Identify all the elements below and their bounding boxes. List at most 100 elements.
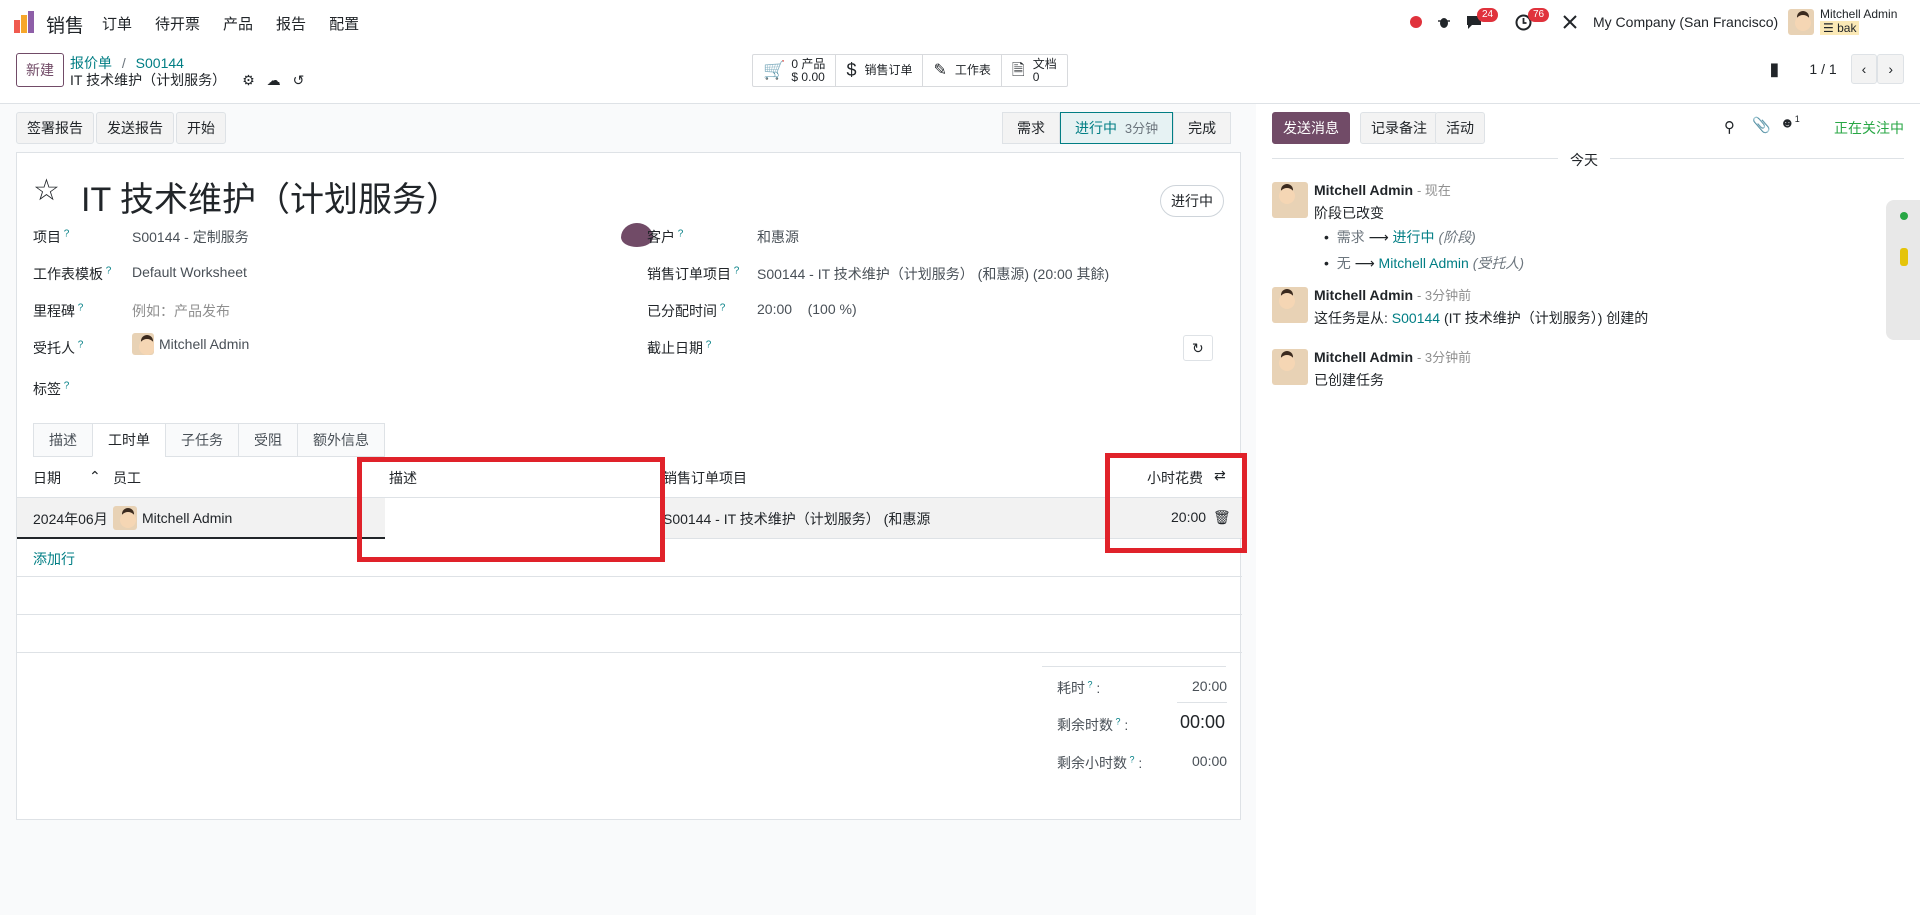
documents-count: 0 bbox=[1032, 69, 1040, 84]
field-value-worksheet-template[interactable]: Default Worksheet bbox=[132, 264, 247, 280]
message-author[interactable]: Mitchell Admin bbox=[1314, 349, 1413, 365]
refresh-icon[interactable]: ↻ bbox=[1183, 335, 1213, 361]
field-value-sales-order-item[interactable]: S00144 - IT 技术维护（计划服务） (和惠源) (20:00 其餘) bbox=[757, 264, 1109, 284]
tools-icon[interactable] bbox=[1562, 10, 1578, 34]
state-pill[interactable]: 进行中 bbox=[1160, 185, 1224, 217]
products-count: 0 产品 bbox=[791, 56, 826, 71]
message-author[interactable]: Mitchell Admin bbox=[1314, 182, 1413, 198]
user-avatar[interactable] bbox=[1788, 9, 1814, 35]
message-body: 这任务是从: S00144 (IT 技术维护（计划服务）) 创建的 bbox=[1314, 310, 1649, 326]
bug-icon[interactable] bbox=[1437, 10, 1451, 34]
following-button[interactable]: 正在关注中 bbox=[1834, 118, 1904, 138]
add-line-link[interactable]: 添加行 bbox=[33, 549, 75, 569]
tab-subtasks[interactable]: 子任务 bbox=[165, 423, 239, 457]
app-name[interactable]: 销售 bbox=[46, 11, 84, 38]
breadcrumb-quotations[interactable]: 报价单 bbox=[70, 55, 112, 71]
menu-orders[interactable]: 订单 bbox=[102, 13, 132, 34]
send-message-button[interactable]: 发送消息 bbox=[1272, 112, 1350, 144]
column-sales-order-item[interactable]: 销售订单项目 bbox=[663, 468, 747, 488]
row-employee[interactable]: Mitchell Admin bbox=[113, 506, 232, 530]
message-body: 阶段已改变 bbox=[1314, 205, 1384, 221]
new-button[interactable]: 新建 bbox=[16, 53, 64, 87]
employee-avatar bbox=[113, 506, 137, 530]
column-employee[interactable]: 员工 bbox=[113, 468, 141, 488]
breadcrumb-order[interactable]: S00144 bbox=[136, 55, 184, 71]
smart-button-products[interactable]: 🛒 0 产品 $ 0.00 bbox=[753, 55, 837, 86]
stage-request[interactable]: 需求 bbox=[1002, 112, 1060, 144]
sort-icon[interactable]: ⌃ bbox=[89, 468, 101, 485]
row-sales-order-item[interactable]: S00144 - IT 技术维护（计划服务） (和惠源 bbox=[663, 509, 939, 529]
dollar-icon: $ bbox=[846, 60, 857, 80]
field-label-sales-order-item: 销售订单项目 ? bbox=[647, 265, 740, 282]
gear-icon[interactable]: ⚙ bbox=[242, 72, 255, 89]
pager-previous-button[interactable]: ‹ bbox=[1850, 54, 1878, 84]
message-author[interactable]: Mitchell Admin bbox=[1314, 287, 1413, 303]
menu-products[interactable]: 产品 bbox=[223, 13, 253, 34]
stage-done[interactable]: 完成 bbox=[1173, 112, 1232, 144]
user-name: Mitchell Admin bbox=[1820, 7, 1898, 21]
user-menu[interactable]: Mitchell Admin ☰ bak bbox=[1820, 7, 1897, 35]
start-button[interactable]: 开始 bbox=[176, 112, 226, 144]
company-switcher[interactable]: My Company (San Francisco) bbox=[1593, 10, 1778, 34]
message-3: Mitchell Admin - 3分钟前 已创建任务 bbox=[1272, 347, 1471, 390]
assignee-name: Mitchell Admin bbox=[159, 336, 250, 352]
smart-button-sales-order[interactable]: $ 销售订单 bbox=[836, 55, 924, 86]
task-title[interactable]: IT 技术维护（计划服务） bbox=[81, 172, 460, 221]
control-panel: 新建 报价单 / S00144 IT 技术维护（计划服务） ⚙ ☁ ↺ 🛒 0 产… bbox=[0, 44, 1920, 104]
pager-next-button[interactable]: › bbox=[1877, 54, 1904, 84]
message-avatar[interactable] bbox=[1272, 349, 1308, 385]
discard-icon[interactable]: ↺ bbox=[293, 72, 305, 89]
worksheet-label: 工作表 bbox=[954, 63, 991, 77]
message-time: - 3分钟前 bbox=[1416, 288, 1472, 303]
menu-to-invoice[interactable]: 待开票 bbox=[155, 13, 200, 34]
form-area: 签署报告 发送报告 开始 需求 进行中 3分钟 完成 ☆ IT 技术维护（计划服… bbox=[0, 104, 1256, 915]
sales-app-icon[interactable] bbox=[14, 11, 40, 33]
paperclip-icon[interactable]: 📎 bbox=[1752, 116, 1771, 134]
search-icon[interactable]: ⚲ bbox=[1724, 118, 1735, 136]
activity-clock-icon[interactable]: 76 bbox=[1515, 8, 1550, 34]
row-date[interactable]: 2024年06月 bbox=[33, 509, 107, 529]
activity-button[interactable]: 活动 bbox=[1435, 112, 1485, 144]
message-2: Mitchell Admin - 3分钟前 这任务是从: S00144 (IT … bbox=[1272, 285, 1648, 328]
remaining-hours-2-label: 剩余小时数 ? : bbox=[1057, 754, 1143, 771]
sign-report-button[interactable]: 签署报告 bbox=[16, 112, 94, 144]
pager-value[interactable]: 1 / 1 bbox=[1809, 61, 1836, 77]
send-report-button[interactable]: 发送报告 bbox=[96, 112, 174, 144]
tab-blocked[interactable]: 受阻 bbox=[238, 423, 298, 457]
log-note-button[interactable]: 记录备注 bbox=[1360, 112, 1438, 144]
total-spent-label: 耗时 ? : bbox=[1057, 679, 1101, 696]
sales-order-label: 销售订单 bbox=[864, 63, 913, 77]
followers-button[interactable]: ☻1 bbox=[1780, 114, 1800, 131]
field-label-milestone: 里程碑 ? bbox=[33, 302, 84, 319]
field-input-milestone[interactable]: 例如：产品发布 bbox=[132, 301, 230, 321]
field-value-customer[interactable]: 和惠源 bbox=[757, 227, 799, 247]
record-title-bar: IT 技术维护（计划服务） ⚙ ☁ ↺ bbox=[70, 70, 304, 90]
menu-configuration[interactable]: 配置 bbox=[329, 13, 359, 34]
totals-divider bbox=[1177, 702, 1227, 703]
message-avatar[interactable] bbox=[1272, 182, 1308, 218]
star-icon[interactable]: ☆ bbox=[33, 173, 60, 208]
chatter-panel: 发送消息 记录备注 活动 ⚲ 📎 ☻1 正在关注中 今天 Mitchell Ad… bbox=[1256, 104, 1920, 915]
empty-row bbox=[17, 615, 1242, 653]
tab-description[interactable]: 描述 bbox=[33, 423, 93, 457]
field-value-project[interactable]: S00144 - 定制服务 bbox=[132, 227, 249, 247]
field-label-assignee: 受托人 ? bbox=[33, 339, 84, 356]
stage-duration: 3分钟 bbox=[1124, 121, 1159, 136]
bookmark-icon[interactable]: ▮ bbox=[1770, 59, 1780, 80]
field-value-assignee[interactable]: Mitchell Admin bbox=[132, 333, 249, 355]
smart-button-documents[interactable]: 🗎 文档 0 bbox=[1002, 55, 1067, 86]
tab-timesheets[interactable]: 工时单 bbox=[92, 423, 166, 457]
message-avatar[interactable] bbox=[1272, 287, 1308, 323]
field-value-allocated-time[interactable]: 20:00 (100 %) bbox=[757, 301, 857, 317]
stage-in-progress[interactable]: 进行中 3分钟 bbox=[1060, 112, 1174, 144]
tab-extra-info[interactable]: 额外信息 bbox=[297, 423, 385, 457]
smart-button-worksheet[interactable]: ✎ 工作表 bbox=[923, 55, 1002, 86]
menu-reporting[interactable]: 报告 bbox=[276, 13, 306, 34]
assignee-avatar bbox=[132, 333, 154, 355]
statusbar-buttons: 签署报告 发送报告 开始 bbox=[16, 112, 226, 144]
origin-order-link[interactable]: S00144 bbox=[1392, 310, 1440, 326]
chat-icon[interactable]: 24 bbox=[1465, 8, 1499, 34]
record-dot-icon[interactable] bbox=[1410, 10, 1422, 34]
column-date[interactable]: 日期 bbox=[33, 468, 61, 488]
save-cloud-icon[interactable]: ☁ bbox=[267, 72, 281, 89]
